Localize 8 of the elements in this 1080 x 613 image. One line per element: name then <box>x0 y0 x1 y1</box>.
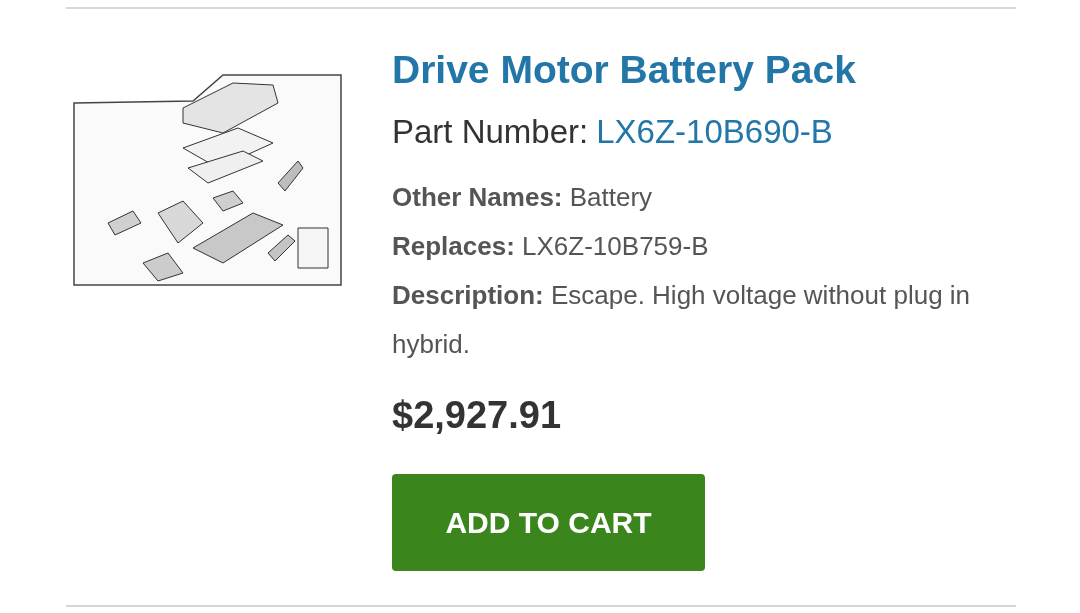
part-number-link[interactable]: LX6Z-10B690-B <box>596 111 833 152</box>
detail-text: Description: Escape. High voltage without plug in hybrid. <box>392 279 972 362</box>
product-title: Drive Motor Battery Pack <box>392 47 857 93</box>
price: $2,927.91 <box>392 393 563 439</box>
detail-text: Replaces: LX6Z-10B759-B <box>392 230 710 264</box>
part-number-label: Part Number: <box>392 111 589 152</box>
add-to-cart-button[interactable]: ADD TO CART <box>392 474 705 572</box>
detail-text: Other Names: Battery <box>392 181 654 215</box>
